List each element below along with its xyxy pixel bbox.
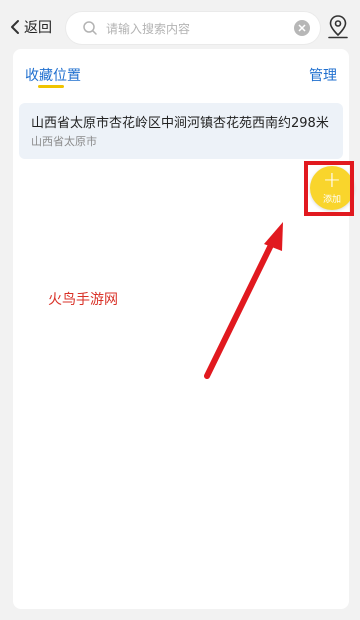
annotation-arrow-icon — [204, 222, 283, 379]
